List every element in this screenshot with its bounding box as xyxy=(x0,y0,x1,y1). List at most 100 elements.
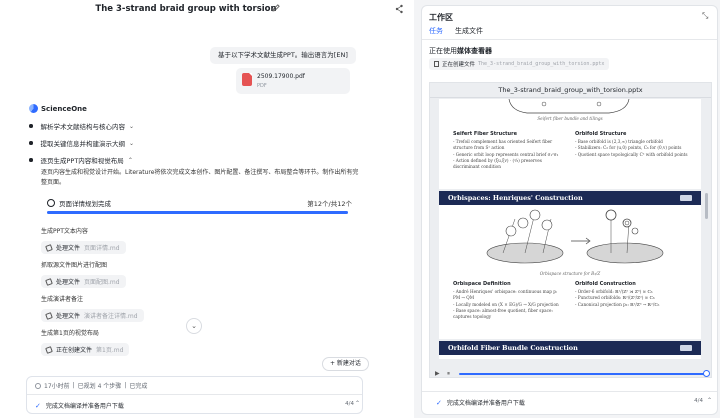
chevron-up-icon[interactable]: ⌃ xyxy=(355,400,360,407)
slide-logo xyxy=(680,345,692,351)
tab-tasks[interactable]: 任务 xyxy=(429,26,443,40)
slide-preview: Orbifold Fiber Bundle Construction xyxy=(439,341,701,359)
slide-section-heading: Orbifold Structure xyxy=(575,131,627,137)
viewer-playback-controls: ▶ ⏸ xyxy=(429,368,712,380)
attachment-name: 2509.17900.pdf xyxy=(257,73,305,80)
progress-title: 页面详情规划完成 xyxy=(59,200,111,208)
progress-bar xyxy=(47,211,348,214)
attachment-card[interactable]: 2509.17900.pdf PDF xyxy=(236,68,350,94)
pdf-file-icon xyxy=(242,73,252,86)
chip-action: 处理文件 xyxy=(56,245,81,252)
assistant-header: ScienceOne xyxy=(29,104,87,113)
chevron-down-icon: ⌄ xyxy=(129,122,135,130)
progress-card: 页面详情规划完成 第12个/共12个 xyxy=(36,193,360,223)
subtask-label: 生成演讲者备注 xyxy=(41,296,84,303)
slide-left-column: Seifert Fiber Structure - Trefoil comple… xyxy=(453,131,565,170)
divider xyxy=(27,394,362,395)
pencil-icon xyxy=(45,345,53,354)
divider xyxy=(430,97,711,98)
creating-file-chip: 正在创建文件 The_3-strand_braid_group_with_tor… xyxy=(429,58,610,70)
subtask-file-chip[interactable]: 正在创建文件 第1页.md xyxy=(41,343,130,356)
pause-icon[interactable]: ⏸ xyxy=(447,370,450,378)
orbispace-figure xyxy=(486,209,664,264)
divider xyxy=(422,391,717,392)
clock-icon xyxy=(35,382,41,389)
scroll-down-button[interactable]: ⌄ xyxy=(186,318,202,334)
step-label: 提取关键信息并构建演示大纲 xyxy=(40,140,126,148)
slide-section-heading: Orbispace Definition xyxy=(453,281,511,287)
viewer-name: 媒体查看器 xyxy=(457,47,492,55)
task-status-box[interactable]: 17小时前 | 已规划 4 个步骤 | 已完成 ✓ 完成文档编译并准备用户下载 … xyxy=(26,376,363,414)
workspace-panel: 工作区 ⤡ 任务 生成文件 正在使用媒体查看器 正在创建文件 The_3-str… xyxy=(421,5,718,415)
step-description: 逐页内容生成和视觉设计开始。Literature将依次完成文本创作、图片配置、备… xyxy=(41,169,359,186)
divider xyxy=(422,39,717,40)
slide-title-bar: Orbifold Fiber Bundle Construction xyxy=(439,341,701,355)
media-viewer[interactable]: The_3-strand_braid_group_with_torsion.pp… xyxy=(429,82,712,378)
workspace-status-count: 4/4 xyxy=(694,398,703,404)
slide-caption: Seifert fiber bundle and tilings xyxy=(537,116,603,121)
new-chat-button[interactable]: + 新建对话 xyxy=(322,357,369,371)
slide-bullet: - Trefoil complement has oriented Seifer… xyxy=(453,139,553,151)
subtask-file-chip[interactable]: 处理文件 页面详情.md xyxy=(41,241,126,254)
share-icon[interactable] xyxy=(395,4,404,14)
slide-caption: Orbispace structure for B₃/Z xyxy=(539,271,601,276)
slide-logo xyxy=(680,195,692,201)
subtask-file-chip[interactable]: 处理文件 页面配图.md xyxy=(41,275,126,288)
bullet-icon xyxy=(29,124,33,128)
creating-file-name: The_3-strand_braid_group_with_torsion.pp… xyxy=(478,61,605,67)
bullet-icon xyxy=(29,158,33,162)
progress-count: 第12个/共12个 xyxy=(307,200,352,208)
subtask-file-chip[interactable]: 处理文件 演讲者备注详情.md xyxy=(41,309,144,322)
chip-file-name: 第1页.md xyxy=(96,347,124,354)
slide-preview: Orbispaces: Henriques' Construction Orbi… xyxy=(439,191,701,339)
collapse-icon[interactable]: ⤡ xyxy=(702,12,710,20)
workspace-status-text: 完成文档编译并准备用户下载 xyxy=(446,400,525,407)
slide-preview: Seifert fiber bundle and tilings Seifert… xyxy=(439,99,701,189)
assistant-name: ScienceOne xyxy=(41,104,87,113)
chevron-up-icon[interactable]: ⌃ xyxy=(707,397,712,404)
pencil-icon xyxy=(45,277,53,286)
step-item[interactable]: 提取关键信息并构建演示大纲 ⌄ xyxy=(29,138,134,148)
step-item[interactable]: 逐页生成PPT内容和视觉布局 ⌃ xyxy=(29,155,133,165)
play-icon[interactable]: ▶ xyxy=(435,370,440,377)
attachment-type: PDF xyxy=(257,83,267,89)
progress-status-icon xyxy=(47,199,55,207)
subtask-label: 生成第1页的视觉布局 xyxy=(41,330,99,337)
playback-track[interactable] xyxy=(459,373,706,375)
conversation-title: The 3-strand braid group with torsion xyxy=(95,4,277,14)
user-message: 基于以下学术文献生成PPT。输出语言为[EN] xyxy=(210,47,356,64)
slide-bullet: - Generic orbit loop represents central … xyxy=(453,151,559,157)
chip-file-name: 演讲者备注详情.md xyxy=(84,313,138,320)
bullet-icon xyxy=(29,141,33,145)
chip-file-name: 页面详情.md xyxy=(84,245,120,252)
viewer-scrollbar[interactable] xyxy=(705,193,708,219)
slide-title-bar: Orbispaces: Henriques' Construction xyxy=(439,191,701,205)
chip-file-name: 页面配图.md xyxy=(84,279,120,286)
slide-right-column: Orbifold Structure - Base orbifold is (2… xyxy=(575,131,691,158)
chip-action: 正在创建文件 xyxy=(56,347,93,354)
step-label: 逐页生成PPT内容和视觉布局 xyxy=(40,157,124,165)
tab-generated-files[interactable]: 生成文件 xyxy=(455,26,483,40)
chip-action: 处理文件 xyxy=(56,313,81,320)
slide-left-column: Orbispace Definition - André Henriques' … xyxy=(453,281,565,320)
slide-right-column: Orbifold Construction - Order-6 orbifold… xyxy=(575,281,691,308)
slide-bullet: - Quotient space topologically C² with o… xyxy=(575,151,688,157)
subtask-label: 抓取源文件图片进行配图 xyxy=(41,262,108,269)
step-item[interactable]: 解析学术文献结构与核心内容 ⌄ xyxy=(29,121,134,131)
pptx-file-name: The_3-strand_braid_group_with_torsion.pp… xyxy=(498,86,643,94)
slide-bullet: - Action defined by (ξu,ξv) · (²⁄₃) pres… xyxy=(453,157,542,170)
slide-bullet: - Locally modeled on (X × EG)/G → X/G pr… xyxy=(453,301,559,307)
edit-title-icon[interactable] xyxy=(271,3,281,13)
chevron-up-icon: ⌃ xyxy=(127,156,133,164)
playback-knob[interactable] xyxy=(703,370,710,377)
slide-bullet: - André Henriques' orbispace: continuous… xyxy=(453,289,558,301)
assistant-logo-icon xyxy=(29,104,38,113)
status-steps: 已规划 4 个步骤 xyxy=(77,383,122,390)
step-label: 解析学术文献结构与核心内容 xyxy=(40,123,126,131)
status-current: ✓ 完成文档编译并准备用户下载 xyxy=(35,401,124,411)
slide-bullet: - Canonical projection p₂: ℝ²/ℤ³ → ℝ²/ℂ₆ xyxy=(575,301,660,307)
progress-bar-fill xyxy=(47,211,348,214)
status-time: 17小时前 xyxy=(44,383,70,390)
status-done: 已完成 xyxy=(129,383,148,390)
document-icon xyxy=(434,61,439,67)
